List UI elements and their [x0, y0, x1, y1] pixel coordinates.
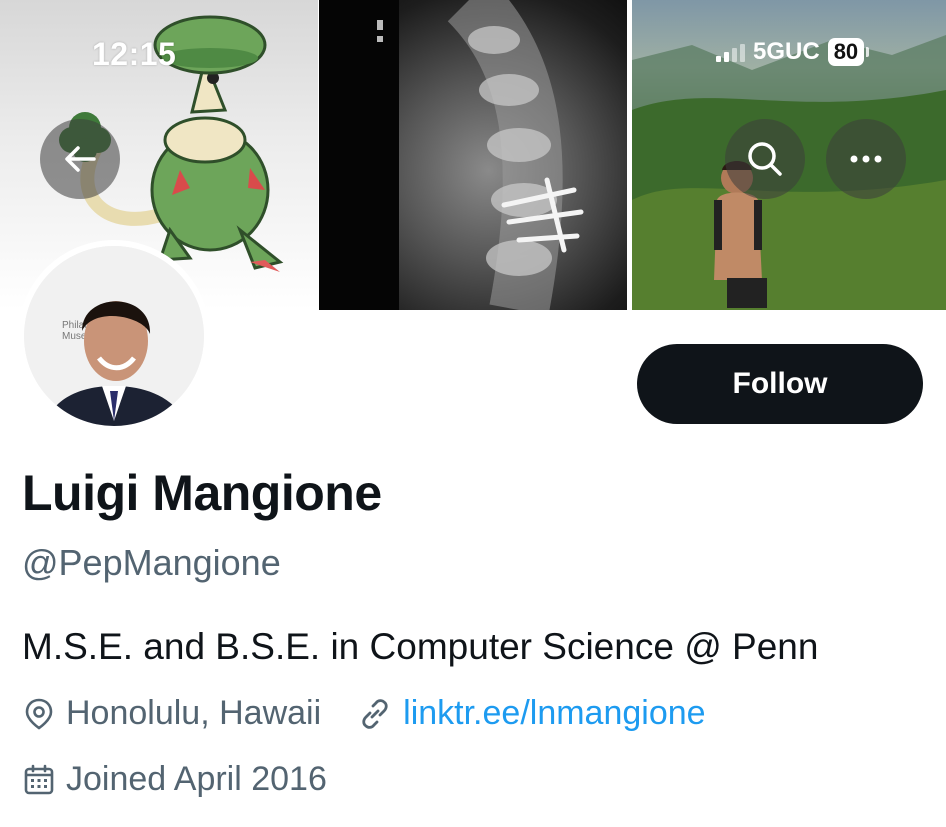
arrow-left-icon: [65, 146, 96, 172]
more-button[interactable]: [826, 119, 906, 199]
banner-image-xray: [319, 0, 627, 310]
avatar-photo: Philad Museu: [24, 246, 204, 426]
status-indicators: 5GUC 80: [716, 38, 870, 66]
avatar[interactable]: Philad Museu: [18, 240, 210, 432]
spine-xray-image: [319, 0, 584, 310]
back-button[interactable]: [40, 119, 120, 199]
website-item[interactable]: linktr.ee/lnmangione: [357, 694, 706, 733]
profile-meta-row: Honolulu, Hawaii linktr.ee/lnmangione: [22, 694, 706, 733]
battery-icon: 80: [827, 38, 870, 66]
follow-button[interactable]: Follow: [637, 344, 923, 424]
profile-meta-row: Joined April 2016: [22, 760, 327, 799]
website-link[interactable]: linktr.ee/lnmangione: [403, 694, 705, 733]
network-label: 5GUC: [753, 38, 820, 65]
battery-level: 80: [827, 38, 865, 66]
link-icon: [362, 698, 388, 729]
calendar-icon: [24, 764, 54, 794]
search-icon: [748, 142, 782, 176]
location-text: Honolulu, Hawaii: [66, 694, 322, 732]
search-button[interactable]: [725, 119, 805, 199]
profile-photo: Philad Museu: [24, 246, 204, 426]
joined-date: Joined April 2016: [66, 760, 327, 798]
status-time: 12:15: [92, 36, 177, 72]
profile-bio: M.S.E. and B.S.E. in Computer Science @ …: [22, 626, 819, 667]
display-name: Luigi Mangione: [22, 465, 382, 521]
location-item: Honolulu, Hawaii: [22, 694, 321, 733]
user-handle: @PepMangione: [22, 542, 281, 583]
joined-item: Joined April 2016: [22, 760, 327, 799]
signal-icon: [716, 42, 745, 62]
more-horizontal-icon: [850, 155, 882, 163]
location-pin-icon: [25, 698, 53, 730]
